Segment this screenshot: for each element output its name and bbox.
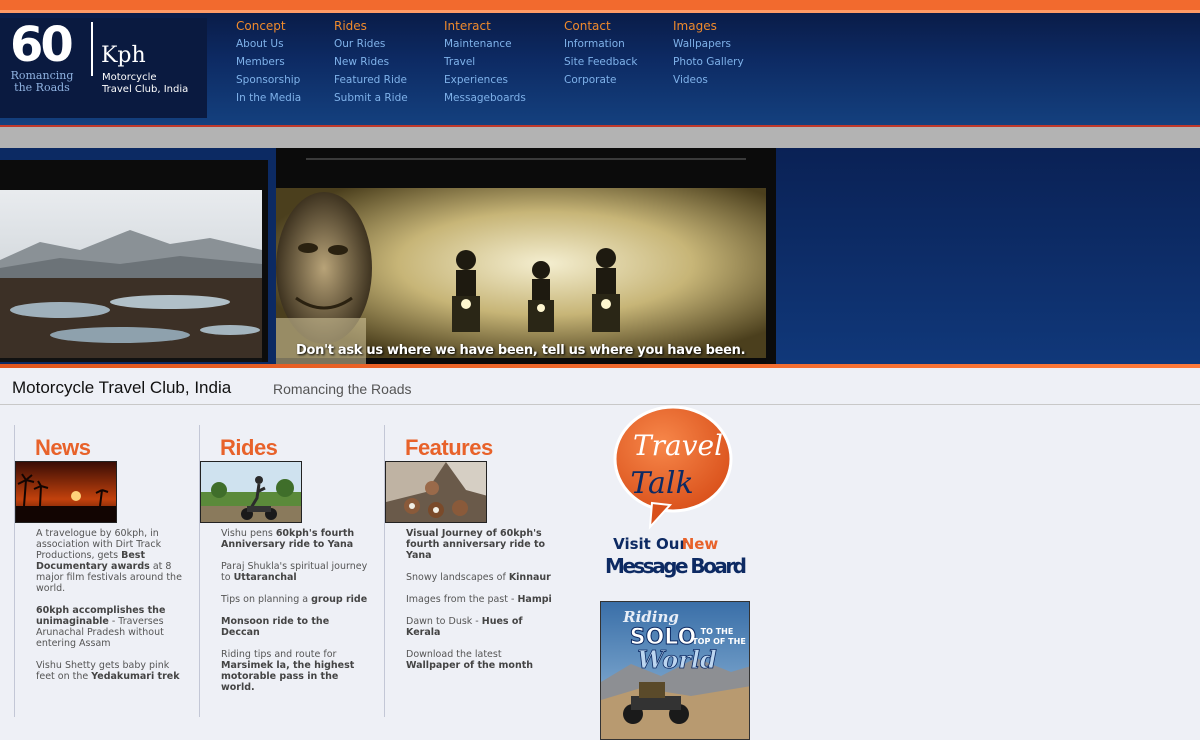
- features-thumbnail[interactable]: [385, 461, 487, 523]
- nav-heading-images[interactable]: Images: [673, 19, 744, 33]
- logo-subtitle: Motorcycle Travel Club, India: [102, 72, 188, 96]
- news-column: News A travelogue by 60kph, in associati…: [14, 425, 199, 717]
- news-item-link[interactable]: Yedakumari trek: [91, 671, 179, 682]
- nav-link-wallpapers[interactable]: Wallpapers: [673, 35, 744, 53]
- logo-unit: Kph: [101, 43, 146, 68]
- features-item-link[interactable]: Hampi: [517, 594, 551, 605]
- solo-world-word: World: [637, 645, 717, 674]
- logo-tagline-line2: the Roads: [14, 81, 70, 94]
- page-title-bar: Motorcycle Travel Club, India Romancing …: [0, 368, 1200, 405]
- rides-item: Monsoon ride to the Deccan: [221, 616, 371, 638]
- logo-subtitle-line1: Motorcycle: [102, 72, 157, 83]
- features-item: Images from the past - Hampi: [406, 594, 556, 605]
- news-item: A travelogue by 60kph, in association wi…: [36, 528, 186, 594]
- logo-number: 60: [10, 17, 74, 73]
- nav-rides: Rides Our Rides New Rides Featured Ride …: [334, 19, 408, 107]
- travel-talk-word-talk: Talk: [630, 466, 693, 501]
- new-text: New: [682, 535, 719, 553]
- rides-item-text: Tips on planning a: [221, 594, 312, 605]
- nav-interact: Interact Maintenance Travel Experiences …: [444, 19, 526, 107]
- message-board-text: Message Board: [605, 554, 747, 578]
- nav-link-members[interactable]: Members: [236, 53, 301, 71]
- rides-item: Tips on planning a group ride: [221, 594, 371, 605]
- nav-link-sponsorship[interactable]: Sponsorship: [236, 71, 301, 89]
- rides-column: Rides Vishu pens 60kph's fourth Annivers…: [199, 425, 384, 717]
- features-item-text: Snowy landscapes of: [406, 572, 509, 583]
- page-tagline: Romancing the Roads: [273, 381, 412, 397]
- nav-link-experiences[interactable]: Experiences: [444, 71, 526, 89]
- nav-link-corporate[interactable]: Corporate: [564, 71, 638, 89]
- features-list: Visual Journey of 60kph's fourth anniver…: [406, 528, 556, 682]
- logo-subtitle-line2: Travel Club, India: [102, 84, 189, 95]
- nav-link-new-rides[interactable]: New Rides: [334, 53, 408, 71]
- rides-item-link[interactable]: group ride: [311, 594, 367, 605]
- features-item-link[interactable]: Kinnaur: [509, 572, 551, 583]
- nav-link-videos[interactable]: Videos: [673, 71, 744, 89]
- banner-blue-fill: [776, 148, 1200, 364]
- features-item-text: Dawn to Dusk -: [406, 616, 482, 627]
- news-list: A travelogue by 60kph, in association wi…: [36, 528, 186, 693]
- features-item: Download the latest Wallpaper of the mon…: [406, 649, 556, 671]
- banner-slogan: Don't ask us where we have been, tell us…: [296, 343, 746, 358]
- site-logo[interactable]: 60 Kph Romancing the Roads Motorcycle Tr…: [0, 18, 207, 118]
- features-item: Visual Journey of 60kph's fourth anniver…: [406, 528, 556, 561]
- nav-heading-interact[interactable]: Interact: [444, 19, 526, 33]
- nav-images: Images Wallpapers Photo Gallery Videos: [673, 19, 744, 89]
- nav-link-travel[interactable]: Travel: [444, 53, 526, 71]
- nav-link-in-the-media[interactable]: In the Media: [236, 89, 301, 107]
- rides-item-link[interactable]: Monsoon ride to the Deccan: [221, 616, 329, 638]
- nav-link-featured-ride[interactable]: Featured Ride: [334, 71, 408, 89]
- travel-talk-word-travel: Travel: [633, 429, 723, 462]
- features-item-link[interactable]: Visual Journey of 60kph's fourth anniver…: [406, 528, 545, 561]
- solo-to-the-word: TO THE: [701, 627, 734, 636]
- top-accent-stripe: [0, 0, 1200, 10]
- rides-heading: Rides: [220, 435, 278, 460]
- nav-link-information[interactable]: Information: [564, 35, 638, 53]
- features-item: Snowy landscapes of Kinnaur: [406, 572, 556, 583]
- rides-item-link[interactable]: Uttaranchal: [234, 572, 297, 583]
- travel-talk-ad[interactable]: Travel Talk Visit Our New Message Board: [600, 405, 752, 580]
- visit-our-text: Visit Our: [613, 535, 687, 553]
- hero-banner: Don't ask us where we have been, tell us…: [0, 148, 1200, 368]
- rides-item: Paraj Shukla's spiritual journey to Utta…: [221, 561, 371, 583]
- features-item: Dawn to Dusk - Hues of Kerala: [406, 616, 556, 638]
- logo-tagline: Romancing the Roads: [10, 70, 74, 94]
- logo-divider: [91, 22, 93, 76]
- features-column: Features Visual Journey of 60kph's fourt…: [384, 425, 569, 717]
- nav-link-site-feedback[interactable]: Site Feedback: [564, 53, 638, 71]
- rides-item-link[interactable]: Marsimek la, the highest motorable pass …: [221, 660, 354, 693]
- rides-item-text: Riding tips and route for: [221, 649, 337, 660]
- news-thumbnail[interactable]: [15, 461, 117, 523]
- riding-solo-ad[interactable]: Riding SOLO TO THE TOP OF THE World: [600, 601, 750, 740]
- rides-thumbnail[interactable]: [200, 461, 302, 523]
- page-title: Motorcycle Travel Club, India: [12, 378, 232, 397]
- news-heading: News: [35, 435, 91, 460]
- rides-item-text: Vishu pens: [221, 528, 276, 539]
- nav-contact: Contact Information Site Feedback Corpor…: [564, 19, 638, 89]
- features-item-text: Download the latest: [406, 649, 502, 660]
- features-item-text: Images from the past -: [406, 594, 518, 605]
- rides-item: Riding tips and route for Marsimek la, t…: [221, 649, 371, 693]
- news-item: Vishu Shetty gets baby pink feet on the …: [36, 660, 186, 682]
- nav-heading-concept[interactable]: Concept: [236, 19, 301, 33]
- banner-landscape-photo: [0, 160, 268, 362]
- rides-item: Vishu pens 60kph's fourth Anniversary ri…: [221, 528, 371, 550]
- news-item: 60kph accomplishes the unimaginable - Tr…: [36, 605, 186, 649]
- nav-link-messageboards[interactable]: Messageboards: [444, 89, 526, 107]
- features-heading: Features: [405, 435, 493, 460]
- nav-link-maintenance[interactable]: Maintenance: [444, 35, 526, 53]
- nav-link-about-us[interactable]: About Us: [236, 35, 301, 53]
- nav-link-submit-a-ride[interactable]: Submit a Ride: [334, 89, 408, 107]
- solo-riding-word: Riding: [622, 608, 679, 626]
- nav-concept: Concept About Us Members Sponsorship In …: [236, 19, 301, 107]
- nav-link-photo-gallery[interactable]: Photo Gallery: [673, 53, 744, 71]
- nav-link-our-rides[interactable]: Our Rides: [334, 35, 408, 53]
- site-header: 60 Kph Romancing the Roads Motorcycle Tr…: [0, 13, 1200, 127]
- rides-list: Vishu pens 60kph's fourth Anniversary ri…: [221, 528, 371, 704]
- header-gray-bar: [0, 127, 1200, 148]
- features-item-link[interactable]: Wallpaper of the month: [406, 660, 533, 671]
- nav-heading-rides[interactable]: Rides: [334, 19, 408, 33]
- nav-heading-contact[interactable]: Contact: [564, 19, 638, 33]
- banner-riders-photo: [276, 148, 776, 364]
